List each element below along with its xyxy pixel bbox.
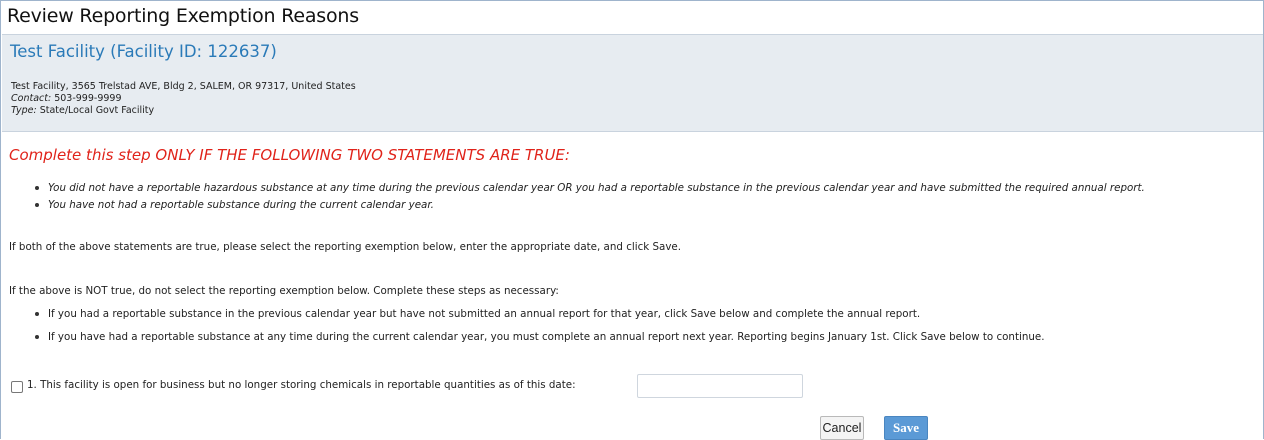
contact-value: 503-999-9999 (51, 93, 122, 104)
cancel-button[interactable]: Cancel (820, 416, 864, 440)
warning-heading: Complete this step ONLY IF THE FOLLOWING… (9, 146, 570, 164)
facility-contact: Contact: 503-999-9999 (11, 93, 122, 104)
type-value: State/Local Govt Facility (36, 105, 155, 116)
exemption-checkbox[interactable] (11, 381, 23, 393)
contact-label: Contact: (11, 93, 52, 104)
conditions-list: You did not have a reportable hazardous … (35, 180, 1145, 214)
instruction-paragraph: If both of the above statements are true… (9, 241, 682, 253)
save-button[interactable]: Save (884, 416, 928, 440)
steps-list: If you had a reportable substance in the… (35, 306, 1045, 352)
page-frame: Review Reporting Exemption Reasons Test … (0, 0, 1264, 440)
list-item: You have not had a reportable substance … (35, 197, 1145, 214)
type-label: Type: (11, 105, 37, 116)
facility-type: Type: State/Local Govt Facility (11, 105, 154, 116)
instruction-paragraph: If the above is NOT true, do not select … (9, 285, 559, 297)
list-item: If you have had a reportable substance a… (35, 329, 1045, 346)
facility-name: Test Facility (Facility ID: 122637) (10, 42, 277, 61)
facility-address: Test Facility, 3565 Trelstad AVE, Bldg 2… (11, 81, 356, 92)
list-item: You did not have a reportable hazardous … (35, 180, 1145, 197)
page-title: Review Reporting Exemption Reasons (7, 5, 359, 27)
exemption-date-input[interactable] (637, 374, 803, 398)
exemption-label: 1. This facility is open for business bu… (27, 379, 576, 391)
facility-panel: Test Facility (Facility ID: 122637) Test… (2, 34, 1263, 132)
list-item: If you had a reportable substance in the… (35, 306, 1045, 323)
